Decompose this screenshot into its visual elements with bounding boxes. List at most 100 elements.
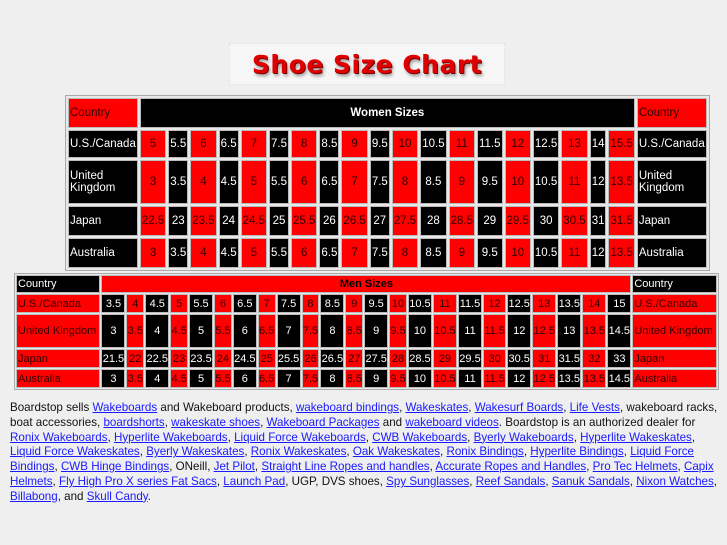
size-cell: 14.5 — [607, 369, 632, 388]
size-cell: 13.5 — [608, 160, 635, 204]
size-cell: 11 — [561, 238, 588, 268]
country-label: U.S./Canada — [68, 130, 138, 158]
link-wakeboard-packages[interactable]: Wakeboard Packages — [267, 416, 380, 429]
link-ronix-wakeskates[interactable]: Ronix Wakeskates — [251, 445, 347, 458]
link-ronix-bindings[interactable]: Ronix Bindings — [446, 445, 523, 458]
size-cell: 13.5 — [557, 369, 582, 388]
size-cell: 10 — [504, 160, 531, 204]
link-byerly-wakeskates[interactable]: Byerly Wakeskates — [146, 445, 244, 458]
size-cell: 11.5 — [476, 130, 503, 158]
size-cell: 13 — [557, 314, 582, 348]
size-cell: 10.5 — [532, 160, 560, 204]
women-sizes-title: Women Sizes — [139, 98, 635, 128]
country-label: Australia — [636, 238, 707, 268]
size-cell: 27.5 — [391, 206, 419, 236]
size-cell: 11 — [561, 160, 588, 204]
link-spy-sunglasses[interactable]: Spy Sunglasses — [386, 475, 469, 488]
size-cell: 4.5 — [218, 238, 239, 268]
link-reef-sandals[interactable]: Reef Sandals — [476, 475, 546, 488]
size-cell: 7.5 — [301, 314, 320, 348]
size-cell: 4 — [126, 294, 145, 313]
size-cell: 4.5 — [218, 160, 239, 204]
link-accurate-ropes-and-handles[interactable]: Accurate Ropes and Handles — [435, 460, 586, 473]
size-cell: 24.5 — [240, 206, 268, 236]
men-sizes-title: Men Sizes — [101, 275, 632, 293]
size-cell: 25 — [257, 349, 276, 368]
link-wakeskates[interactable]: Wakeskates — [406, 401, 469, 414]
size-cell: 6 — [291, 160, 318, 204]
size-cell: 24.5 — [232, 349, 257, 368]
size-row: United Kingdom 3 3.5 4 4.5 5 5.5 6 6.5 7 7.5 8 8.5 9 9… — [68, 160, 707, 204]
size-cell: 9.5 — [364, 294, 389, 313]
link-hyperlite-wakeboards[interactable]: Hyperlite Wakeboards — [114, 431, 228, 444]
link-wakeskate-shoes[interactable]: wakeskate shoes — [171, 416, 260, 429]
link-wakeboards[interactable]: Wakeboards — [93, 401, 158, 414]
link-wakeboard-bindings[interactable]: wakeboard bindings — [296, 401, 399, 414]
link-hyperlite-wakeskates[interactable]: Hyperlite Wakeskates — [580, 431, 692, 444]
link-straight-line-ropes-and-handles[interactable]: Straight Line Ropes and handles — [261, 460, 429, 473]
link-nixon-watches[interactable]: Nixon Watches — [636, 475, 714, 488]
link-fly-high-pro-x-series-fat-sacs[interactable]: Fly High Pro X series Fat Sacs — [59, 475, 217, 488]
link-liquid-force-wakeboards[interactable]: Liquid Force Wakeboards — [234, 431, 366, 444]
link-cwb-hinge-bindings[interactable]: CWB Hinge Bindings — [61, 460, 169, 473]
link-liquid-force-wakeskates[interactable]: Liquid Force Wakeskates — [10, 445, 140, 458]
size-cell: 11 — [457, 314, 483, 348]
size-cell: 8.5 — [420, 238, 447, 268]
link-byerly-wakeboards[interactable]: Byerly Wakeboards — [474, 431, 574, 444]
size-cell: 11.5 — [457, 294, 483, 313]
size-cell: 9 — [448, 160, 475, 204]
size-cell: 6.5 — [319, 160, 340, 204]
size-cell: 3 — [101, 369, 126, 388]
size-cell: 8 — [391, 160, 419, 204]
size-cell: 9 — [341, 130, 368, 158]
size-cell: 28 — [420, 206, 447, 236]
size-cell: 5.5 — [189, 294, 214, 313]
link-skull-candy[interactable]: Skull Candy — [87, 490, 148, 503]
country-label: United Kingdom — [632, 314, 717, 348]
size-cell: 11.5 — [483, 369, 507, 388]
link-sanuk-sandals[interactable]: Sanuk Sandals — [552, 475, 630, 488]
link-launch-pad[interactable]: Launch Pad — [223, 475, 285, 488]
size-cell: 4.5 — [145, 294, 170, 313]
size-cell: 10 — [407, 314, 432, 348]
link-ronix-wakeboards[interactable]: Ronix Wakeboards — [10, 431, 108, 444]
text-segment: . — [147, 489, 151, 503]
size-cell: 4 — [145, 314, 170, 348]
link-hyperlite-bindings[interactable]: Hyperlite Bindings — [530, 445, 623, 458]
size-row: U.S./Canada 3.5 4 4.5 5 5.5 6 6.5 7 7.5 8 8.5 9 9.5 10… — [16, 294, 717, 313]
size-cell: 28.5 — [407, 349, 432, 368]
size-cell: 9.5 — [476, 238, 503, 268]
size-cell: 6.5 — [319, 238, 340, 268]
link-cwb-wakeboards[interactable]: CWB Wakeboards — [372, 431, 467, 444]
link-life-vests[interactable]: Life Vests — [570, 401, 620, 414]
link-jet-pilot[interactable]: Jet Pilot — [214, 460, 255, 473]
link-wakesurf-boards[interactable]: Wakesurf Boards — [475, 401, 564, 414]
size-cell: 8.5 — [319, 130, 340, 158]
size-cell: 22 — [126, 349, 145, 368]
size-cell: 8 — [320, 314, 345, 348]
size-cell: 27 — [345, 349, 364, 368]
link-boardshorts[interactable]: boardshorts — [103, 416, 164, 429]
size-cell: 11 — [432, 294, 457, 313]
size-cell: 10 — [391, 130, 419, 158]
link-pro-tec-helmets[interactable]: Pro Tec Helmets — [593, 460, 678, 473]
size-cell: 30 — [532, 206, 560, 236]
text-segment: , — [713, 474, 718, 488]
size-cell: 14.5 — [607, 314, 632, 348]
size-cell: 6 — [214, 294, 232, 313]
size-cell: 10.5 — [432, 369, 457, 388]
size-cell: 5 — [240, 160, 268, 204]
size-row: United Kingdom 3 3.5 4 4.5 5 5.5 6 6.5 7 7.5 8 8.5 9 9… — [16, 314, 717, 348]
size-cell: 7.5 — [301, 369, 320, 388]
size-cell: 10.5 — [407, 294, 432, 313]
link-oak-wakeskates[interactable]: Oak Wakeskates — [353, 445, 440, 458]
link-wakeboard-videos[interactable]: wakeboard videos — [405, 416, 498, 429]
size-cell: 13.5 — [557, 294, 582, 313]
size-cell: 5 — [170, 294, 189, 313]
size-cell: 4.5 — [170, 314, 189, 348]
size-cell: 14 — [589, 130, 607, 158]
size-cell: 5.5 — [214, 314, 232, 348]
size-cell: 13 — [561, 130, 588, 158]
link-billabong[interactable]: Billabong — [10, 490, 58, 503]
size-cell: 6.5 — [257, 314, 276, 348]
